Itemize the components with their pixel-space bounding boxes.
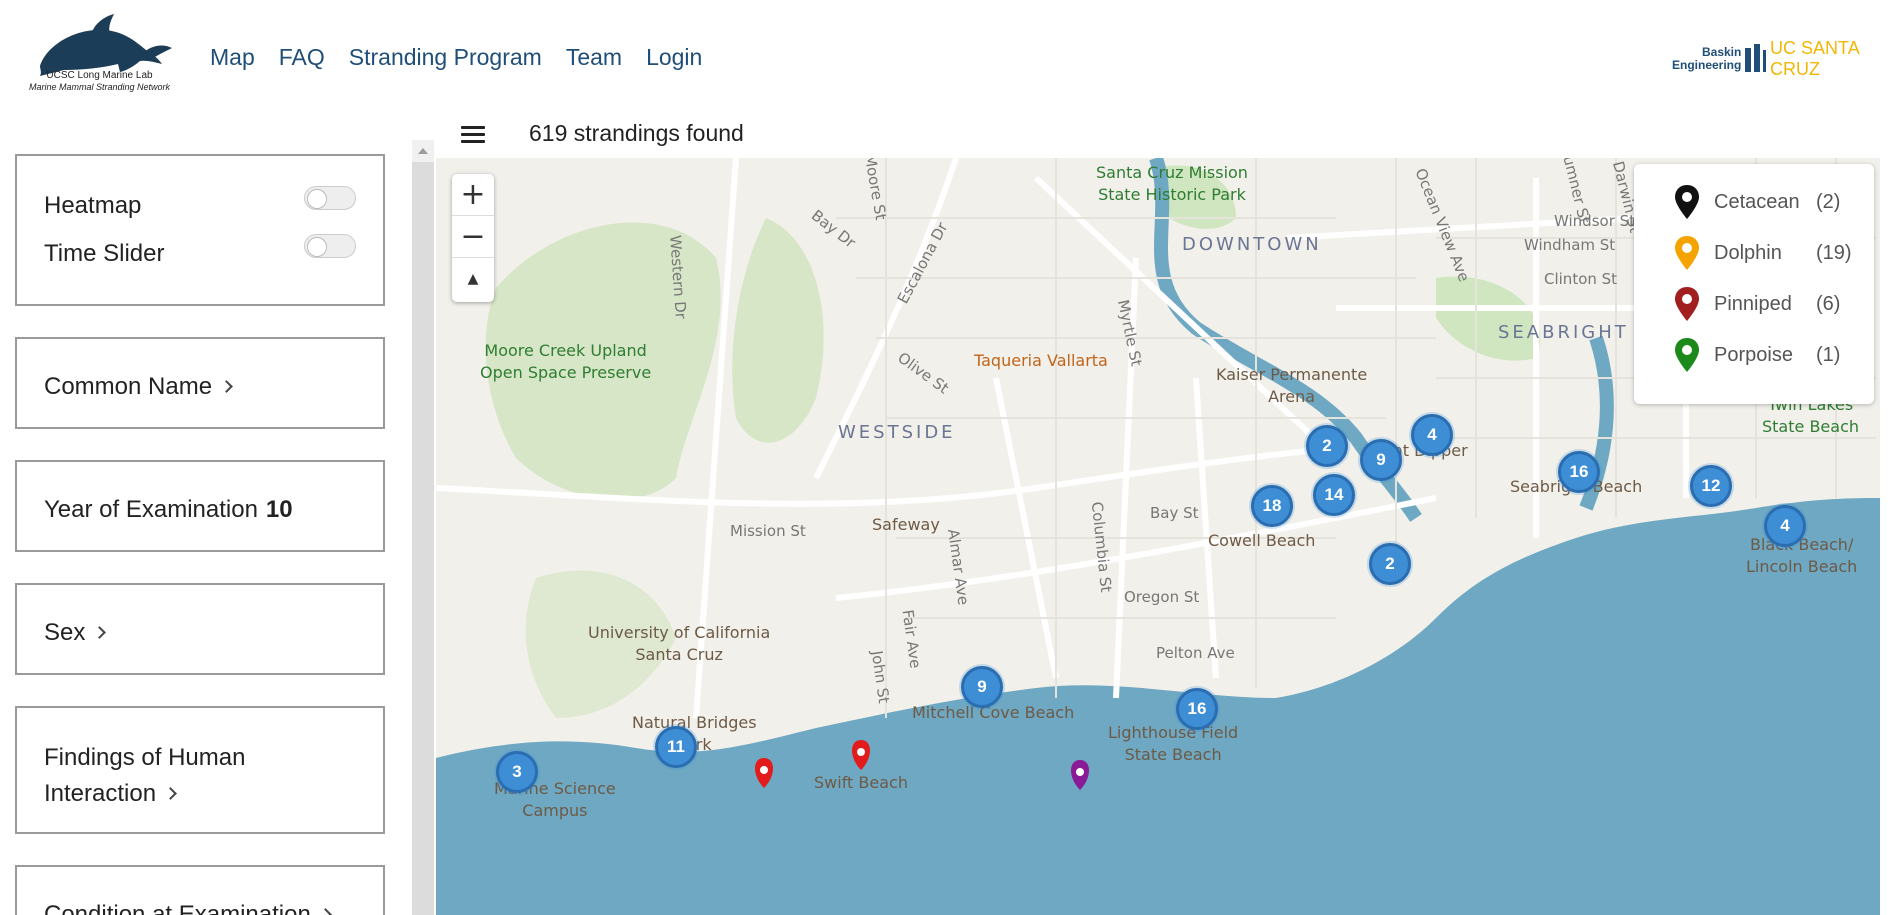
reset-north-button[interactable]: ▲ (452, 258, 494, 300)
street-label: Windham St (1524, 236, 1616, 254)
time-slider-label: Time Slider (44, 240, 165, 267)
map-label: Kaiser Permanente Arena (1216, 365, 1368, 406)
street-label: Mission St (730, 522, 806, 540)
cluster-marker[interactable]: 2 (1306, 425, 1348, 467)
cluster-marker[interactable]: 16 (1176, 688, 1218, 730)
map-label: Santa Cruz Mission State Historic Park (1096, 163, 1248, 204)
map-label: WESTSIDE (838, 422, 956, 443)
condition-filter[interactable]: Condition at Examination (15, 865, 385, 915)
map-label: Swift Beach (814, 773, 908, 792)
layer-toggles-panel: Heatmap Time Slider (15, 154, 385, 306)
findings-label-line1: Findings of Human (44, 744, 246, 771)
cluster-marker[interactable]: 4 (1411, 414, 1453, 456)
zoom-control: + − ▲ (452, 174, 494, 302)
map-label: Moore Creek Upland Open Space Preserve (480, 341, 652, 382)
cluster-marker[interactable]: 9 (961, 666, 1003, 708)
chevron-right-icon (164, 787, 177, 800)
nav-map[interactable]: Map (210, 44, 255, 71)
cluster-marker[interactable]: 12 (1690, 465, 1732, 507)
species-legend: Cetacean (2) Dolphin (19) Pinniped (6) Porp… (1634, 164, 1874, 404)
map-label: Safeway (872, 515, 940, 534)
cluster-marker[interactable]: 4 (1764, 505, 1806, 547)
scroll-up-arrow-icon[interactable] (412, 140, 434, 162)
baskin-text: Baskin Engineering (1672, 45, 1742, 72)
heatmap-toggle[interactable] (304, 186, 356, 210)
sex-label: Sex (44, 619, 86, 646)
legend-item-porpoise[interactable]: Porpoise (1) (1674, 337, 1840, 373)
nav-team[interactable]: Team (566, 44, 622, 71)
baskin-ucsc-logo[interactable]: Baskin Engineering UC SANTA CRUZ (1672, 38, 1894, 80)
cluster-marker[interactable]: 11 (655, 726, 697, 768)
cluster-marker[interactable]: 18 (1251, 485, 1293, 527)
cetacean-pin-icon (1675, 185, 1699, 219)
heatmap-label: Heatmap (44, 192, 142, 219)
cluster-marker[interactable]: 9 (1360, 439, 1402, 481)
legend-item-dolphin[interactable]: Dolphin (19) (1674, 235, 1852, 271)
map-label: Lighthouse Field State Beach (1108, 723, 1239, 764)
porpoise-pin-icon (1675, 338, 1699, 372)
chevron-right-icon (220, 380, 233, 393)
logo-subcaption: Marine Mammal Stranding Network (28, 82, 171, 92)
hamburger-menu-icon[interactable] (461, 126, 485, 144)
map-label: DOWNTOWN (1182, 234, 1322, 255)
street-label: Clinton St (1544, 270, 1618, 288)
legend-item-pinniped[interactable]: Pinniped (6) (1674, 286, 1840, 322)
nav-faq[interactable]: FAQ (279, 44, 325, 71)
common-name-filter[interactable]: Common Name (15, 337, 385, 429)
chevron-right-icon (93, 626, 107, 639)
ucsc-text: UC SANTA CRUZ (1770, 38, 1859, 79)
legend-item-cetacean[interactable]: Cetacean (2) (1674, 184, 1840, 220)
map-label: University of California Santa Cruz (588, 623, 771, 664)
pinniped-pin-icon (1675, 287, 1699, 321)
cluster-marker[interactable]: 2 (1369, 543, 1411, 585)
map-label: Black Beach/Lincoln Beach (1746, 535, 1858, 576)
dolphin-pin-icon (1675, 236, 1699, 270)
map-label: Taqueria Vallarta (974, 351, 1108, 370)
map-label: Mitchell Cove Beach (912, 703, 1075, 722)
baskin-mark-icon (1745, 44, 1767, 72)
site-header: UCSC Long Marine Lab Marine Mammal Stran… (0, 0, 1894, 110)
sidebar-scrollbar[interactable] (412, 140, 434, 915)
street-label: Pelton Ave (1156, 644, 1235, 662)
logo-caption: UCSC Long Marine Lab (46, 70, 153, 81)
cluster-marker[interactable]: 16 (1558, 451, 1600, 493)
year-count: 10 (265, 496, 293, 523)
map-label: Cowell Beach (1208, 531, 1316, 550)
common-name-label: Common Name (44, 373, 213, 400)
street-label: Oregon St (1124, 588, 1200, 606)
filter-sidebar: Heatmap Time Slider Common Name Year of … (0, 140, 410, 915)
zoom-in-button[interactable]: + (452, 174, 494, 216)
findings-label-line2: Interaction (44, 780, 157, 807)
condition-label: Condition at Examination (44, 901, 311, 915)
map-label: SEABRIGHT (1498, 322, 1629, 343)
nav-login[interactable]: Login (646, 44, 702, 71)
findings-filter[interactable]: Findings of Human Interaction (15, 706, 385, 834)
street-label: Bay St (1150, 504, 1199, 522)
cluster-marker[interactable]: 14 (1313, 474, 1355, 516)
sex-filter[interactable]: Sex (15, 583, 385, 675)
year-filter[interactable]: Year of Examination 10 (15, 460, 385, 552)
cluster-marker[interactable]: 3 (496, 751, 538, 793)
strandings-count: 619 strandings found (529, 120, 744, 146)
time-slider-toggle[interactable] (304, 234, 356, 258)
nav-stranding-program[interactable]: Stranding Program (349, 44, 542, 71)
year-label: Year of Examination (44, 496, 258, 523)
zoom-out-button[interactable]: − (452, 216, 494, 258)
main-nav: Map FAQ Stranding Program Team Login (210, 44, 702, 71)
chevron-right-icon (318, 908, 332, 915)
